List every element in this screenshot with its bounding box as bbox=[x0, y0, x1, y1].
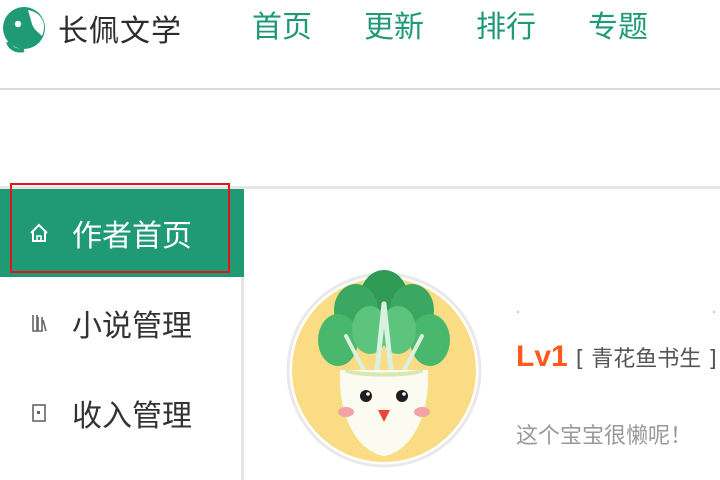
nav-ranking[interactable]: 排行 bbox=[476, 6, 536, 50]
sidebar-item-author-home[interactable]: 作者首页 bbox=[0, 189, 244, 277]
sidebar-item-label: 作者首页 bbox=[72, 219, 192, 254]
site-header: 长佩文学 首页 更新 排行 专题 bbox=[0, 0, 720, 90]
nav-topics[interactable]: 专题 bbox=[588, 6, 648, 50]
nav-updates[interactable]: 更新 bbox=[364, 6, 424, 50]
novel-icon bbox=[28, 312, 50, 334]
level-badge: Lv1 bbox=[516, 340, 568, 373]
site-logo[interactable]: 长佩文学 bbox=[0, 0, 182, 56]
user-level-row: Lv1 [ 青花鱼书生 ] bbox=[516, 340, 717, 374]
sidebar-item-income-manage[interactable]: 收入管理 bbox=[0, 369, 244, 457]
sidebar-item-label: 小说管理 bbox=[72, 309, 192, 344]
logo-icon bbox=[3, 7, 45, 53]
brand-name: 长佩文学 bbox=[58, 14, 182, 49]
sidebar-item-novel-manage[interactable]: 小说管理 bbox=[0, 279, 244, 367]
faint-divider bbox=[516, 310, 716, 314]
level-title: [ 青花鱼书生 ] bbox=[575, 347, 717, 372]
main-nav: 首页 更新 排行 专题 bbox=[252, 6, 700, 50]
sidebar-item-label: 收入管理 bbox=[72, 399, 192, 434]
user-bio: 这个宝宝很懒呢！ bbox=[516, 424, 693, 449]
cabbage-avatar[interactable] bbox=[284, 252, 484, 480]
income-icon bbox=[28, 402, 50, 424]
nav-home[interactable]: 首页 bbox=[252, 6, 312, 50]
home-icon bbox=[28, 222, 50, 244]
sidebar: 作者首页 小说管理 收入管理 bbox=[0, 189, 244, 480]
